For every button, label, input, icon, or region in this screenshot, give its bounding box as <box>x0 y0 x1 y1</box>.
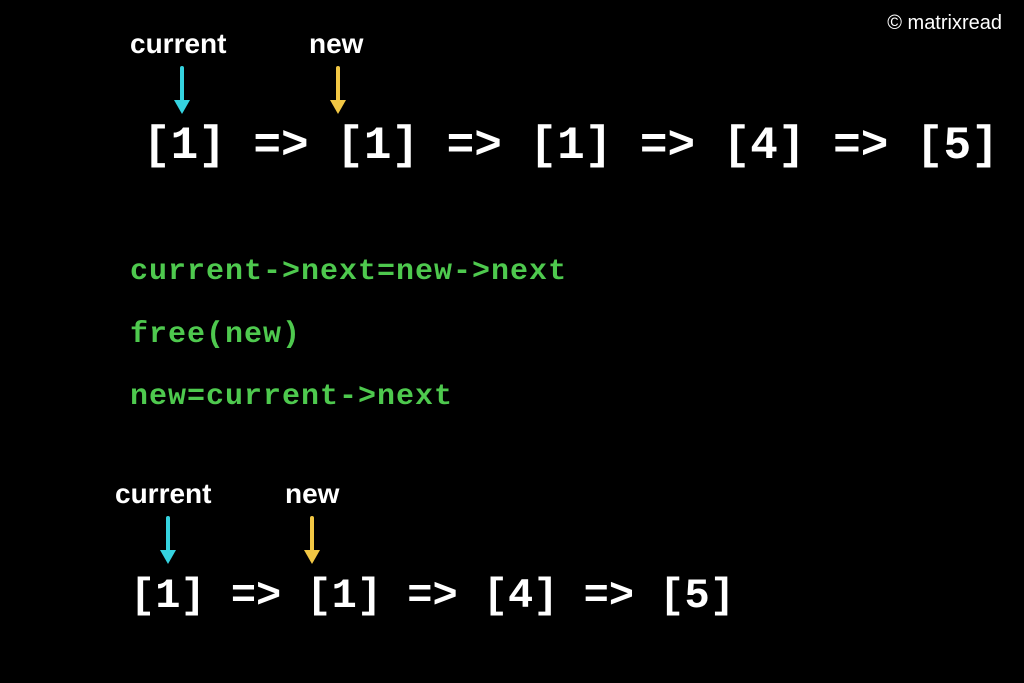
code-line-3: new=current->next <box>130 380 453 414</box>
label-current-top: current <box>130 28 226 60</box>
linked-list-before: [1] => [1] => [1] => [4] => [5] <box>143 120 999 172</box>
label-new-top: new <box>309 28 363 60</box>
label-current-bottom: current <box>115 478 211 510</box>
label-new-bottom: new <box>285 478 339 510</box>
diagram-canvas: { "attribution": "© matrixread", "labels… <box>0 0 1024 683</box>
arrow-new-bottom <box>300 516 324 566</box>
attribution-text: © matrixread <box>887 12 1002 35</box>
arrow-current-bottom <box>156 516 180 566</box>
arrow-current-top <box>170 66 194 116</box>
arrow-new-top <box>326 66 350 116</box>
code-line-1: current->next=new->next <box>130 255 567 289</box>
code-line-2: free(new) <box>130 318 301 352</box>
linked-list-after: [1] => [1] => [4] => [5] <box>130 572 735 620</box>
